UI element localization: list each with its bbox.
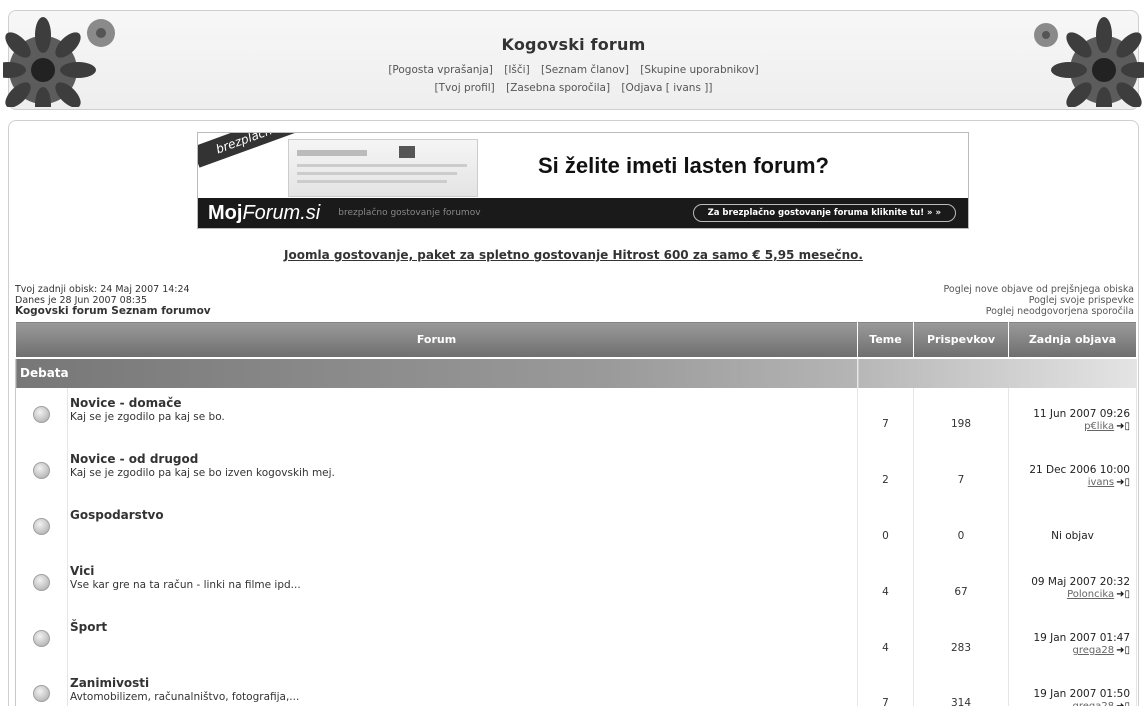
- banner-bar: MojForum.si brezplačno gostovanje forumo…: [198, 198, 968, 228]
- content-area: brezplačno Si želite imeti lasten forum?…: [8, 120, 1139, 706]
- topics-count: 2: [857, 443, 914, 500]
- unanswered-posts-link[interactable]: Poglej neodgovorjena sporočila: [944, 306, 1134, 317]
- nav-row-2: [Tvoj profil] [Zasebna sporočila] [Odjav…: [9, 82, 1138, 94]
- posts-count: 283: [913, 611, 1009, 668]
- banner-screenshot-image: [288, 139, 478, 197]
- last-post-date: 19 Jan 2007 01:47: [1033, 632, 1130, 644]
- table-row: Gospodarstvo 0 0 Ni objav: [15, 499, 1137, 556]
- forum-index-link[interactable]: Kogovski forum Seznam forumov: [15, 306, 211, 317]
- nav-private-messages-link[interactable]: [Zasebna sporočila]: [506, 82, 610, 94]
- posts-count: 314: [913, 667, 1009, 706]
- nav-logout-link[interactable]: [Odjava [ ivans ]]: [621, 82, 712, 94]
- last-post-date: 19 Jan 2007 01:50: [1033, 687, 1130, 700]
- topics-count: 4: [857, 555, 914, 612]
- forum-table: Forum Teme Prispevkov Zadnja objava Deba…: [15, 321, 1137, 706]
- nav-row-1: [Pogosta vprašanja] [Išči] [Seznam člano…: [9, 64, 1138, 76]
- own-posts-link[interactable]: Poglej svoje prispevke: [944, 295, 1134, 306]
- nav-profile-link[interactable]: [Tvoj profil]: [435, 82, 495, 94]
- header-topics: Teme: [857, 321, 914, 359]
- table-row: Zanimivosti Avtomobilizem, računalništvo…: [15, 667, 1137, 706]
- posts-count: 198: [913, 387, 1009, 444]
- table-row: Šport 4 283 19 Jan 2007 01:47 grega28 ➜▯: [15, 611, 1137, 668]
- goto-last-post-icon[interactable]: ➜▯: [1116, 701, 1130, 706]
- last-visit-text: Tvoj zadnji obisk: 24 Maj 2007 14:24: [15, 284, 190, 295]
- goto-last-post-icon[interactable]: ➜▯: [1116, 645, 1130, 656]
- banner-ribbon: brezplačno: [198, 133, 303, 168]
- category-title[interactable]: Debata: [15, 357, 858, 388]
- visit-info: Tvoj zadnji obisk: 24 Maj 2007 14:24 Dan…: [15, 284, 211, 317]
- goto-last-post-icon[interactable]: ➜▯: [1116, 589, 1130, 600]
- forum-name-link[interactable]: Novice - domače: [70, 396, 182, 410]
- banner-cta-button[interactable]: Za brezplačno gostovanje foruma kliknite…: [692, 204, 956, 222]
- header-last-post: Zadnja objava: [1008, 321, 1137, 359]
- header-posts: Prispevkov: [913, 321, 1009, 359]
- new-posts-link[interactable]: Poglej nove objave od prejšnjega obiska: [944, 284, 1134, 295]
- forum-name-link[interactable]: Gospodarstvo: [70, 508, 164, 522]
- topics-count: 4: [857, 611, 914, 668]
- nav-faq-link[interactable]: [Pogosta vprašanja]: [388, 64, 493, 76]
- table-row: Novice - od drugod Kaj se je zgodilo pa …: [15, 443, 1137, 500]
- forum-status-icon: [33, 629, 50, 647]
- last-post-date: Ni objav: [1051, 529, 1094, 542]
- posts-count: 67: [913, 555, 1009, 612]
- goto-last-post-icon[interactable]: ➜▯: [1116, 421, 1130, 432]
- forum-name-link[interactable]: Šport: [70, 620, 107, 634]
- topics-count: 0: [857, 499, 914, 556]
- nav-memberlist-link[interactable]: [Seznam članov]: [541, 64, 629, 76]
- banner-subtitle: brezplačno gostovanje forumov: [338, 208, 481, 218]
- forum-name-link[interactable]: Vici: [70, 564, 94, 578]
- site-header: Kogovski forum [Pogosta vprašanja] [Išči…: [3, 10, 1144, 110]
- forum-status-icon: [33, 573, 50, 591]
- mojforum-logo: MojForum.si: [208, 201, 321, 224]
- forum-status-icon: [33, 685, 50, 703]
- goto-last-post-icon[interactable]: ➜▯: [1116, 477, 1130, 488]
- quick-links: Poglej nove objave od prejšnjega obiska …: [944, 284, 1134, 317]
- category-row: Debata: [15, 357, 1137, 388]
- site-title: Kogovski forum: [501, 35, 646, 54]
- header-center: Kogovski forum [Pogosta vprašanja] [Išči…: [9, 35, 1138, 94]
- nav-usergroups-link[interactable]: [Skupine uporabnikov]: [640, 64, 758, 76]
- banner-headline: Si želite imeti lasten forum?: [538, 153, 829, 178]
- forum-description: Kaj se je zgodilo pa kaj se bo izven kog…: [70, 466, 335, 479]
- last-post-date: 09 Maj 2007 20:32: [1031, 576, 1130, 588]
- last-post-user-link[interactable]: Poloncika: [1067, 589, 1114, 600]
- category-fill: [857, 357, 1137, 388]
- forum-status-icon: [33, 405, 50, 423]
- topics-count: 7: [857, 667, 914, 706]
- forum-status-icon: [33, 517, 50, 535]
- forum-description: Vse kar gre na ta račun - linki na filme…: [70, 578, 301, 591]
- last-post-user-link[interactable]: ivans: [1088, 477, 1114, 488]
- forum-name-link[interactable]: Novice - od drugod: [70, 452, 198, 466]
- page: Kogovski forum [Pogosta vprašanja] [Išči…: [0, 0, 1147, 706]
- topics-count: 7: [857, 387, 914, 444]
- posts-count: 7: [913, 443, 1009, 500]
- last-post-user-link[interactable]: grega28: [1073, 701, 1115, 706]
- forum-status-icon: [33, 461, 50, 479]
- mojforum-banner-ad[interactable]: brezplačno Si želite imeti lasten forum?…: [197, 132, 969, 229]
- last-post-date: 21 Dec 2006 10:00: [1029, 464, 1130, 476]
- last-post-user-link[interactable]: grega28: [1073, 645, 1115, 656]
- forum-name-link[interactable]: Zanimivosti: [70, 676, 149, 690]
- posts-count: 0: [913, 499, 1009, 556]
- forum-description: Kaj se je zgodilo pa kaj se bo.: [70, 410, 225, 423]
- promo-link[interactable]: Joomla gostovanje, paket za spletno gost…: [9, 248, 1138, 262]
- table-row: Novice - domače Kaj se je zgodilo pa kaj…: [15, 387, 1137, 444]
- table-header-row: Forum Teme Prispevkov Zadnja objava: [15, 321, 1137, 359]
- table-row: Vici Vse kar gre na ta račun - linki na …: [15, 555, 1137, 612]
- last-post-user-link[interactable]: p€lika: [1084, 421, 1114, 432]
- last-post-date: 11 Jun 2007 09:26: [1033, 408, 1130, 420]
- nav-search-link[interactable]: [Išči]: [504, 64, 529, 76]
- forum-description: Avtomobilizem, računalništvo, fotografij…: [70, 690, 300, 703]
- header-forum: Forum: [15, 321, 858, 359]
